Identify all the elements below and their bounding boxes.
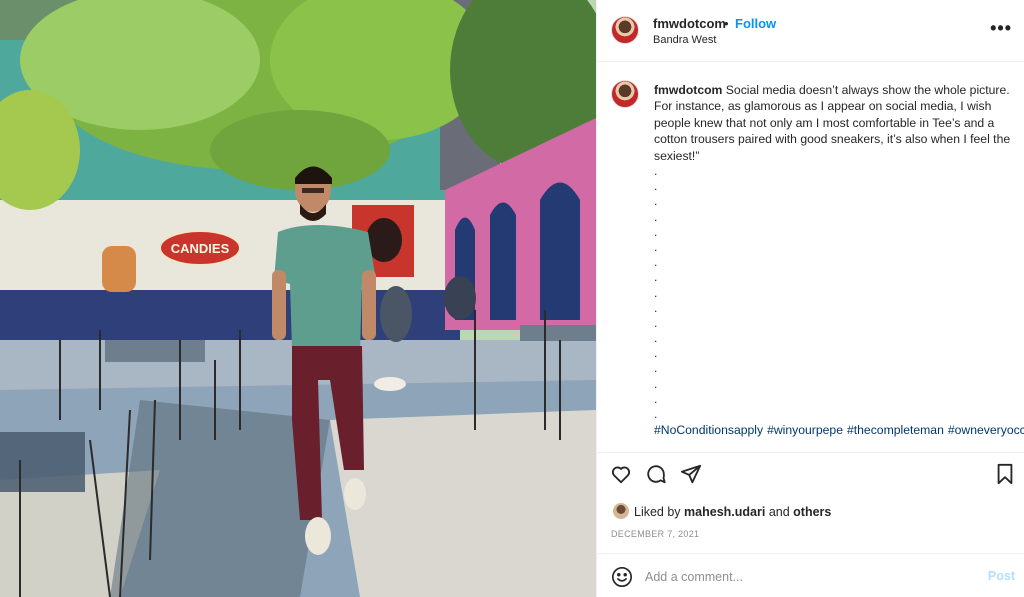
caption-area: fmwdotcom Social media doesn’t always sh… bbox=[597, 62, 1024, 452]
follow-button[interactable]: Follow bbox=[735, 16, 776, 31]
caption-dot: . bbox=[654, 194, 658, 209]
caption-dot: . bbox=[654, 209, 658, 224]
hashtag-link[interactable]: #NoConditionsapply bbox=[654, 423, 763, 437]
caption-dot: . bbox=[654, 331, 658, 346]
caption-dot: . bbox=[654, 376, 658, 391]
liker-username[interactable]: mahesh.udari bbox=[684, 505, 765, 519]
caption-dots: ................. bbox=[654, 164, 1014, 422]
post-header: fmwdotcom • Follow Bandra West ••• bbox=[597, 0, 1024, 62]
send-icon[interactable] bbox=[680, 463, 702, 490]
caption-dot: . bbox=[654, 270, 658, 285]
caption-username[interactable]: fmwdotcom bbox=[654, 83, 722, 97]
caption-dot: . bbox=[654, 361, 658, 376]
caption-dot: . bbox=[654, 164, 658, 179]
hashtag-link[interactable]: #winyourpepe bbox=[767, 423, 843, 437]
caption: fmwdotcom Social media doesn’t always sh… bbox=[654, 82, 1024, 439]
caption-dot: . bbox=[654, 407, 658, 422]
caption-dot: . bbox=[654, 224, 658, 239]
caption-dot: . bbox=[654, 346, 658, 361]
comment-bar: Post bbox=[597, 553, 1024, 597]
caption-dot: . bbox=[654, 315, 658, 330]
caption-dot: . bbox=[654, 285, 658, 300]
post-photo-illustration: CANDIES bbox=[0, 0, 596, 597]
caption-dot: . bbox=[654, 179, 658, 194]
caption-author-avatar[interactable] bbox=[611, 80, 639, 108]
author-username[interactable]: fmwdotcom bbox=[653, 16, 726, 31]
hashtag-link[interactable]: #thecompleteman bbox=[847, 423, 944, 437]
bookmark-icon[interactable] bbox=[995, 463, 1015, 490]
author-avatar[interactable] bbox=[611, 16, 639, 44]
post-location[interactable]: Bandra West bbox=[653, 34, 716, 46]
heart-icon[interactable] bbox=[610, 463, 632, 490]
post-side-panel: fmwdotcom • Follow Bandra West ••• fmwdo… bbox=[596, 0, 1024, 597]
hashtag-link[interactable]: #owneveryoccasion bbox=[948, 423, 1024, 437]
comment-input[interactable] bbox=[645, 567, 975, 587]
smiley-icon[interactable] bbox=[611, 566, 633, 593]
post-comment-button[interactable]: Post bbox=[988, 569, 1015, 583]
liked-by-conjunction: and bbox=[768, 505, 790, 519]
post-actions: Liked by mahesh.udari and others DECEMBE… bbox=[597, 452, 1024, 597]
more-horizontal-icon[interactable]: ••• bbox=[990, 18, 1012, 39]
likes-others-link[interactable]: others bbox=[793, 505, 831, 519]
caption-hashtags: #NoConditionsapply #winyourpepe #thecomple… bbox=[654, 422, 1024, 438]
post-date[interactable]: DECEMBER 7, 2021 bbox=[611, 529, 699, 539]
caption-dot: . bbox=[654, 239, 658, 254]
post-photo[interactable]: CANDIES bbox=[0, 0, 596, 597]
caption-dot: . bbox=[654, 300, 658, 315]
caption-dot: . bbox=[654, 255, 658, 270]
caption-dot: . bbox=[654, 391, 658, 406]
liked-by-prefix: Liked by bbox=[634, 505, 681, 519]
likes-summary: Liked by mahesh.udari and others bbox=[613, 503, 831, 519]
liker-avatar[interactable] bbox=[613, 503, 629, 519]
comment-icon[interactable] bbox=[645, 463, 667, 490]
candies-sign-text: CANDIES bbox=[171, 241, 230, 256]
separator-dot: • bbox=[724, 16, 729, 31]
